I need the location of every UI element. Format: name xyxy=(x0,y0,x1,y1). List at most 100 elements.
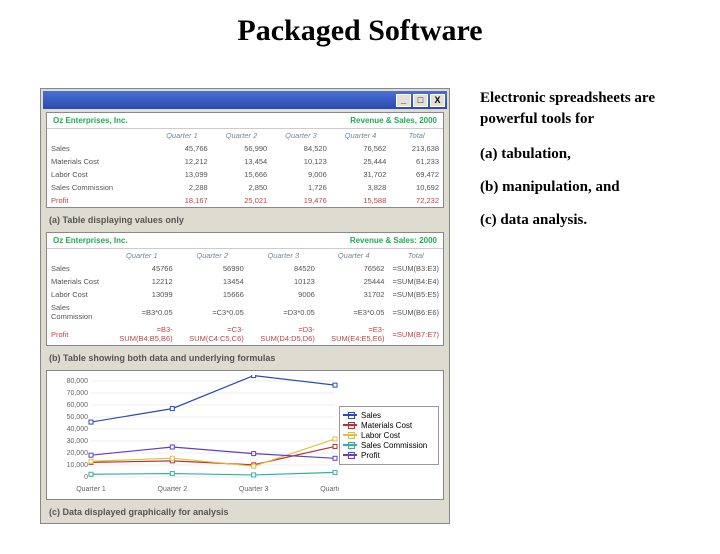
close-button[interactable]: X xyxy=(430,94,445,107)
cell: Labor Cost xyxy=(47,288,107,301)
cell: 3,828 xyxy=(331,181,391,194)
table-a: Quarter 1Quarter 2Quarter 3Quarter 4Tota… xyxy=(47,129,443,207)
cell: 31,702 xyxy=(331,168,391,181)
cell: 12,212 xyxy=(152,155,212,168)
cell: =B3*0.05 xyxy=(107,301,177,323)
chart-panel: 010,00020,00030,00040,00050,00060,00070,… xyxy=(46,370,444,500)
cell: Sales xyxy=(47,262,107,275)
cell: Sales xyxy=(47,142,152,155)
table-row: Profit=B3-SUM(B4:B5,B6)=C3-SUM(C4:C5,C6)… xyxy=(47,323,443,345)
svg-text:20,000: 20,000 xyxy=(67,450,89,457)
cell: 2,850 xyxy=(212,181,272,194)
panel-a-title-right: Revenue & Sales, 2000 xyxy=(350,116,437,125)
cell: 18,167 xyxy=(152,194,212,207)
cell: Profit xyxy=(47,194,152,207)
cell: =E3*0.05 xyxy=(319,301,389,323)
cell: 25,021 xyxy=(212,194,272,207)
minimize-button[interactable]: _ xyxy=(396,94,411,107)
panel-b-title-right: Revenue & Sales: 2000 xyxy=(350,236,437,245)
table-row: Materials Cost12,21213,45410,12325,44461… xyxy=(47,155,443,168)
col-header: Total xyxy=(390,129,443,142)
svg-text:70,000: 70,000 xyxy=(67,390,89,397)
cell: 56990 xyxy=(177,262,248,275)
chart-legend: SalesMaterials CostLabor CostSales Commi… xyxy=(339,406,439,465)
cell: =SUM(B6:E6) xyxy=(388,301,443,323)
legend-item: Sales Commission xyxy=(343,441,435,450)
cell: 31702 xyxy=(319,288,389,301)
cell: =E3-SUM(E4:E5,E6) xyxy=(319,323,389,345)
cell: 13,454 xyxy=(212,155,272,168)
cell: 61,233 xyxy=(390,155,443,168)
page-title: Packaged Software xyxy=(0,14,720,48)
item-b: (b) manipulation, and xyxy=(480,179,620,195)
table-row: Labor Cost1309915666900631702=SUM(B5:E5) xyxy=(47,288,443,301)
col-header: Quarter 2 xyxy=(212,129,272,142)
cell: 10,123 xyxy=(271,155,331,168)
cell: 10123 xyxy=(248,275,319,288)
intro-line: Electronic spreadsheets are powerful too… xyxy=(480,90,655,127)
col-header: Quarter 4 xyxy=(331,129,391,142)
cell: =B3-SUM(B4:B5,B6) xyxy=(107,323,177,345)
line-chart: 010,00020,00030,00040,00050,00060,00070,… xyxy=(51,375,339,495)
item-a: (a) tabulation, xyxy=(480,146,571,162)
col-header: Quarter 4 xyxy=(319,249,389,262)
cell: 25444 xyxy=(319,275,389,288)
svg-text:Quarter 2: Quarter 2 xyxy=(158,486,188,493)
table-b: Quarter 1Quarter 2Quarter 3Quarter 4Tota… xyxy=(47,249,443,345)
cell: 13,099 xyxy=(152,168,212,181)
panel-b: Oz Enterprises, Inc. Revenue & Sales: 20… xyxy=(46,232,444,346)
cell: 25,444 xyxy=(331,155,391,168)
cell: Materials Cost xyxy=(47,275,107,288)
col-header: Total xyxy=(388,249,443,262)
cell: Materials Cost xyxy=(47,155,152,168)
col-header xyxy=(47,249,107,262)
cell: 213,638 xyxy=(390,142,443,155)
cell: 9,006 xyxy=(271,168,331,181)
cell: 13454 xyxy=(177,275,248,288)
table-row: Materials Cost12212134541012325444=SUM(B… xyxy=(47,275,443,288)
col-header: Quarter 1 xyxy=(107,249,177,262)
cell: 84,520 xyxy=(271,142,331,155)
cell: 15,666 xyxy=(212,168,272,181)
cell: 15666 xyxy=(177,288,248,301)
panel-a: Oz Enterprises, Inc. Revenue & Sales, 20… xyxy=(46,112,444,208)
cell: =C3*0.05 xyxy=(177,301,248,323)
caption-c: (c) Data displayed graphically for analy… xyxy=(43,503,447,521)
svg-text:Quarter 1: Quarter 1 xyxy=(76,486,106,493)
table-row: Profit18,16725,02119,47615,58872,232 xyxy=(47,194,443,207)
window-titlebar: _ □ X xyxy=(43,91,447,109)
table-row: Sales45766569908452076562=SUM(B3:E3) xyxy=(47,262,443,275)
cell: 9006 xyxy=(248,288,319,301)
cell: 2,288 xyxy=(152,181,212,194)
cell: 72,232 xyxy=(390,194,443,207)
svg-text:10,000: 10,000 xyxy=(67,462,89,469)
cell: =D3*0.05 xyxy=(248,301,319,323)
cell: 1,726 xyxy=(271,181,331,194)
cell: Labor Cost xyxy=(47,168,152,181)
description-text: Electronic spreadsheets are powerful too… xyxy=(480,88,690,524)
cell: 15,588 xyxy=(331,194,391,207)
cell: =SUM(B5:E5) xyxy=(388,288,443,301)
app-window: _ □ X Oz Enterprises, Inc. Revenue & Sal… xyxy=(40,88,450,524)
svg-text:80,000: 80,000 xyxy=(67,378,89,385)
col-header: Quarter 2 xyxy=(177,249,248,262)
caption-a: (a) Table displaying values only xyxy=(43,211,447,229)
caption-b: (b) Table showing both data and underlyi… xyxy=(43,349,447,367)
cell: 19,476 xyxy=(271,194,331,207)
cell: =SUM(B3:E3) xyxy=(388,262,443,275)
screenshot-figure: _ □ X Oz Enterprises, Inc. Revenue & Sal… xyxy=(40,88,450,524)
maximize-button[interactable]: □ xyxy=(413,94,428,107)
col-header: Quarter 1 xyxy=(152,129,212,142)
svg-text:60,000: 60,000 xyxy=(67,402,89,409)
table-row: Sales45,76656,99084,52076,562213,638 xyxy=(47,142,443,155)
cell: 45766 xyxy=(107,262,177,275)
cell: 13099 xyxy=(107,288,177,301)
cell: =SUM(B7:E7) xyxy=(388,323,443,345)
panel-a-title-left: Oz Enterprises, Inc. xyxy=(53,116,128,125)
panel-b-title-left: Oz Enterprises, Inc. xyxy=(53,236,128,245)
legend-item: Labor Cost xyxy=(343,431,435,440)
svg-text:0: 0 xyxy=(84,474,88,481)
col-header: Quarter 3 xyxy=(271,129,331,142)
table-row: Labor Cost13,09915,6669,00631,70269,472 xyxy=(47,168,443,181)
cell: 76,562 xyxy=(331,142,391,155)
